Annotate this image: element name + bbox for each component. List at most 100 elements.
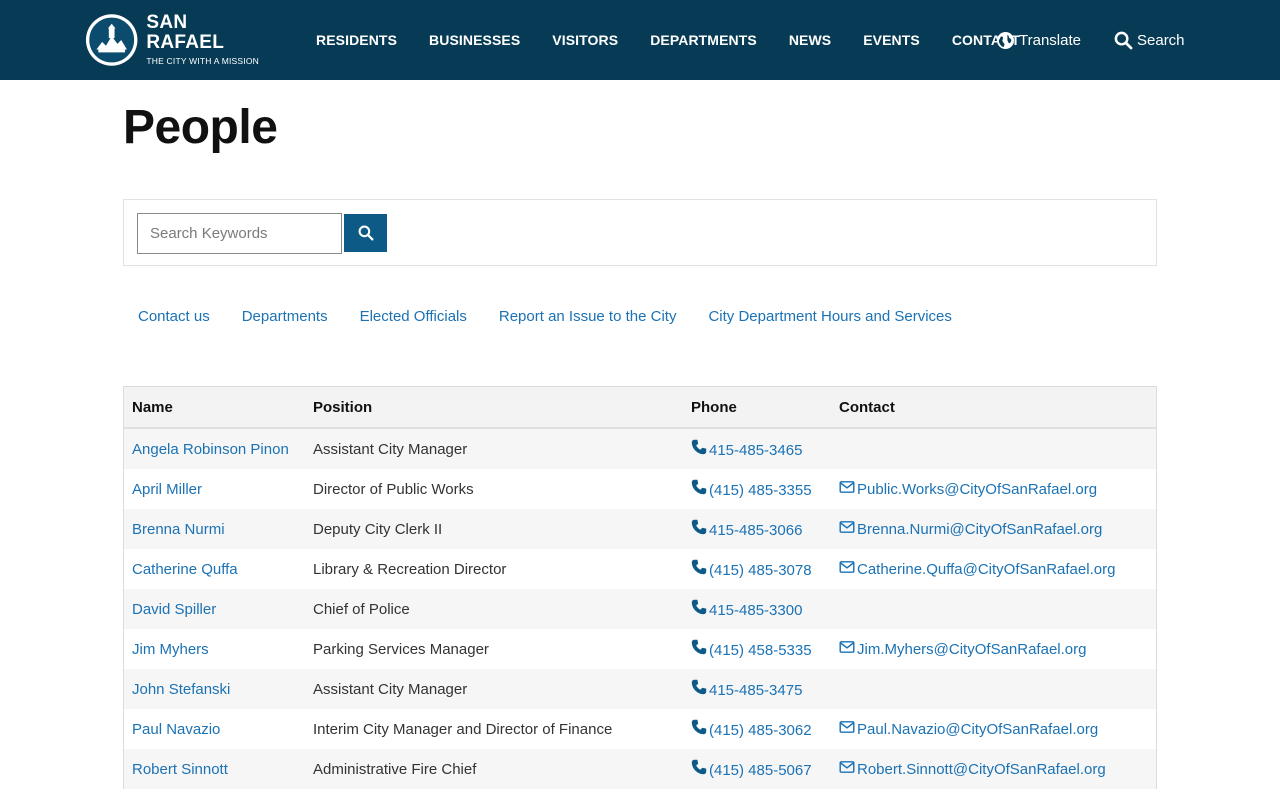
person-phone: 415-485-3300: [709, 602, 803, 619]
nav-departments[interactable]: DEPARTMENTS: [634, 32, 773, 48]
translate-button[interactable]: Translate: [996, 0, 1081, 80]
person-phone: (415) 458-5335: [709, 642, 812, 659]
person-phone-link[interactable]: 415-485-3300: [691, 599, 802, 619]
person-name-link[interactable]: Angela Robinson Pinon: [132, 441, 289, 458]
person-position: Assistant City Manager: [313, 440, 468, 458]
person-phone-link[interactable]: 415-485-3475: [691, 679, 802, 699]
person-name-link[interactable]: David Spiller: [132, 601, 216, 618]
person-phone-link[interactable]: (415) 458-5335: [691, 639, 812, 659]
phone-icon: [691, 679, 707, 695]
phone-icon: [691, 439, 707, 455]
table-body: Angela Robinson Pinon Assistant City Man…: [124, 429, 1156, 789]
person-phone-link[interactable]: (415) 485-3355: [691, 479, 812, 499]
person-name-link[interactable]: Robert Sinnott: [132, 761, 228, 778]
nav-news[interactable]: NEWS: [773, 32, 847, 48]
phone-icon: [691, 479, 707, 495]
link-report-issue[interactable]: Report an Issue to the City: [499, 308, 677, 325]
person-name-link[interactable]: Brenna Nurmi: [132, 521, 225, 538]
envelope-icon: [839, 761, 855, 773]
envelope-icon: [839, 521, 855, 533]
people-search-panel: [123, 199, 1157, 266]
person-phone-link[interactable]: (415) 485-3062: [691, 719, 812, 739]
person-email-link[interactable]: Robert.Sinnott@CityOfSanRafael.org: [839, 760, 1106, 778]
table-row: April Miller Director of Public Works (4…: [124, 469, 1156, 509]
column-header-phone[interactable]: Phone: [683, 399, 831, 416]
person-position: Parking Services Manager: [313, 640, 489, 658]
person-phone-link[interactable]: 415-485-3465: [691, 439, 802, 459]
person-phone: 415-485-3066: [709, 522, 803, 539]
nav-visitors[interactable]: VISITORS: [536, 32, 634, 48]
site-logo[interactable]: SAN RAFAEL THE CITY WITH A MISSION: [85, 11, 265, 69]
search-icon: [358, 225, 374, 241]
person-phone-link[interactable]: 415-485-3066: [691, 519, 802, 539]
person-email-link[interactable]: Paul.Navazio@CityOfSanRafael.org: [839, 720, 1098, 738]
person-email-link[interactable]: Jim.Myhers@CityOfSanRafael.org: [839, 640, 1086, 658]
person-email: Jim.Myhers@CityOfSanRafael.org: [857, 641, 1087, 658]
person-phone-link[interactable]: (415) 485-5067: [691, 759, 812, 779]
column-header-contact[interactable]: Contact: [831, 399, 1156, 416]
search-submit-button[interactable]: [344, 214, 387, 252]
person-position: Deputy City Clerk II: [313, 520, 443, 538]
person-phone-link[interactable]: (415) 485-3078: [691, 559, 812, 579]
search-keywords-input[interactable]: [137, 213, 342, 254]
site-header: SAN RAFAEL THE CITY WITH A MISSION RESID…: [0, 0, 1280, 80]
person-email-link[interactable]: Catherine.Quffa@CityOfSanRafael.org: [839, 560, 1115, 578]
translate-label: Translate: [1019, 31, 1081, 49]
table-row: John Stefanski Assistant City Manager 41…: [124, 669, 1156, 709]
person-phone: (415) 485-5067: [709, 762, 812, 779]
envelope-icon: [839, 561, 855, 573]
phone-icon: [691, 639, 707, 655]
person-name-link[interactable]: John Stefanski: [132, 681, 230, 698]
phone-icon: [691, 599, 707, 615]
person-name-link[interactable]: Paul Navazio: [132, 721, 220, 738]
phone-icon: [691, 559, 707, 575]
person-email-link[interactable]: Public.Works@CityOfSanRafael.org: [839, 480, 1097, 498]
person-name-link[interactable]: Jim Myhers: [132, 641, 209, 658]
person-phone: 415-485-3465: [709, 442, 803, 459]
nav-residents[interactable]: RESIDENTS: [300, 32, 413, 48]
person-position: Director of Public Works: [313, 480, 474, 498]
phone-icon: [691, 759, 707, 775]
link-department-hours[interactable]: City Department Hours and Services: [708, 308, 951, 325]
person-email: Robert.Sinnott@CityOfSanRafael.org: [857, 761, 1106, 778]
table-row: Jim Myhers Parking Services Manager (415…: [124, 629, 1156, 669]
table-row: Brenna Nurmi Deputy City Clerk II 415-48…: [124, 509, 1156, 549]
person-email: Paul.Navazio@CityOfSanRafael.org: [857, 721, 1099, 738]
nav-events[interactable]: EVENTS: [847, 32, 936, 48]
phone-icon: [691, 519, 707, 535]
nav-businesses[interactable]: BUSINESSES: [413, 32, 536, 48]
table-row: Robert Sinnott Administrative Fire Chief…: [124, 749, 1156, 789]
people-table: Name Position Phone Contact Angela Robin…: [123, 386, 1157, 789]
table-row: Paul Navazio Interim City Manager and Di…: [124, 709, 1156, 749]
city-seal-icon: [85, 14, 138, 66]
person-phone: (415) 485-3062: [709, 722, 812, 739]
person-email: Catherine.Quffa@CityOfSanRafael.org: [857, 561, 1116, 578]
link-elected-officials[interactable]: Elected Officials: [360, 308, 467, 325]
search-label: Search: [1137, 31, 1185, 49]
logo-tagline: THE CITY WITH A MISSION: [146, 56, 259, 66]
person-phone: (415) 485-3355: [709, 482, 812, 499]
person-position: Assistant City Manager: [313, 680, 468, 698]
person-phone: 415-485-3475: [709, 682, 803, 699]
person-position: Interim City Manager and Director of Fin…: [313, 720, 613, 738]
main-nav: RESIDENTS BUSINESSES VISITORS DEPARTMENT…: [300, 0, 1036, 80]
envelope-icon: [839, 721, 855, 733]
table-header: Name Position Phone Contact: [124, 387, 1156, 429]
table-row: Catherine Quffa Library & Recreation Dir…: [124, 549, 1156, 589]
globe-icon: [996, 31, 1015, 49]
table-row: Angela Robinson Pinon Assistant City Man…: [124, 429, 1156, 469]
column-header-position[interactable]: Position: [305, 399, 683, 416]
person-name-link[interactable]: Catherine Quffa: [132, 561, 238, 578]
column-header-name[interactable]: Name: [124, 399, 305, 416]
person-name-link[interactable]: April Miller: [132, 481, 202, 498]
person-email-link[interactable]: Brenna.Nurmi@CityOfSanRafael.org: [839, 520, 1102, 538]
person-position: Administrative Fire Chief: [313, 760, 477, 778]
link-departments[interactable]: Departments: [242, 308, 328, 325]
envelope-icon: [839, 641, 855, 653]
person-position: Library & Recreation Director: [313, 560, 507, 578]
phone-icon: [691, 719, 707, 735]
person-phone: (415) 485-3078: [709, 562, 812, 579]
header-search-button[interactable]: Search: [1114, 0, 1185, 80]
page-title: People: [123, 101, 278, 154]
link-contact-us[interactable]: Contact us: [138, 308, 210, 325]
